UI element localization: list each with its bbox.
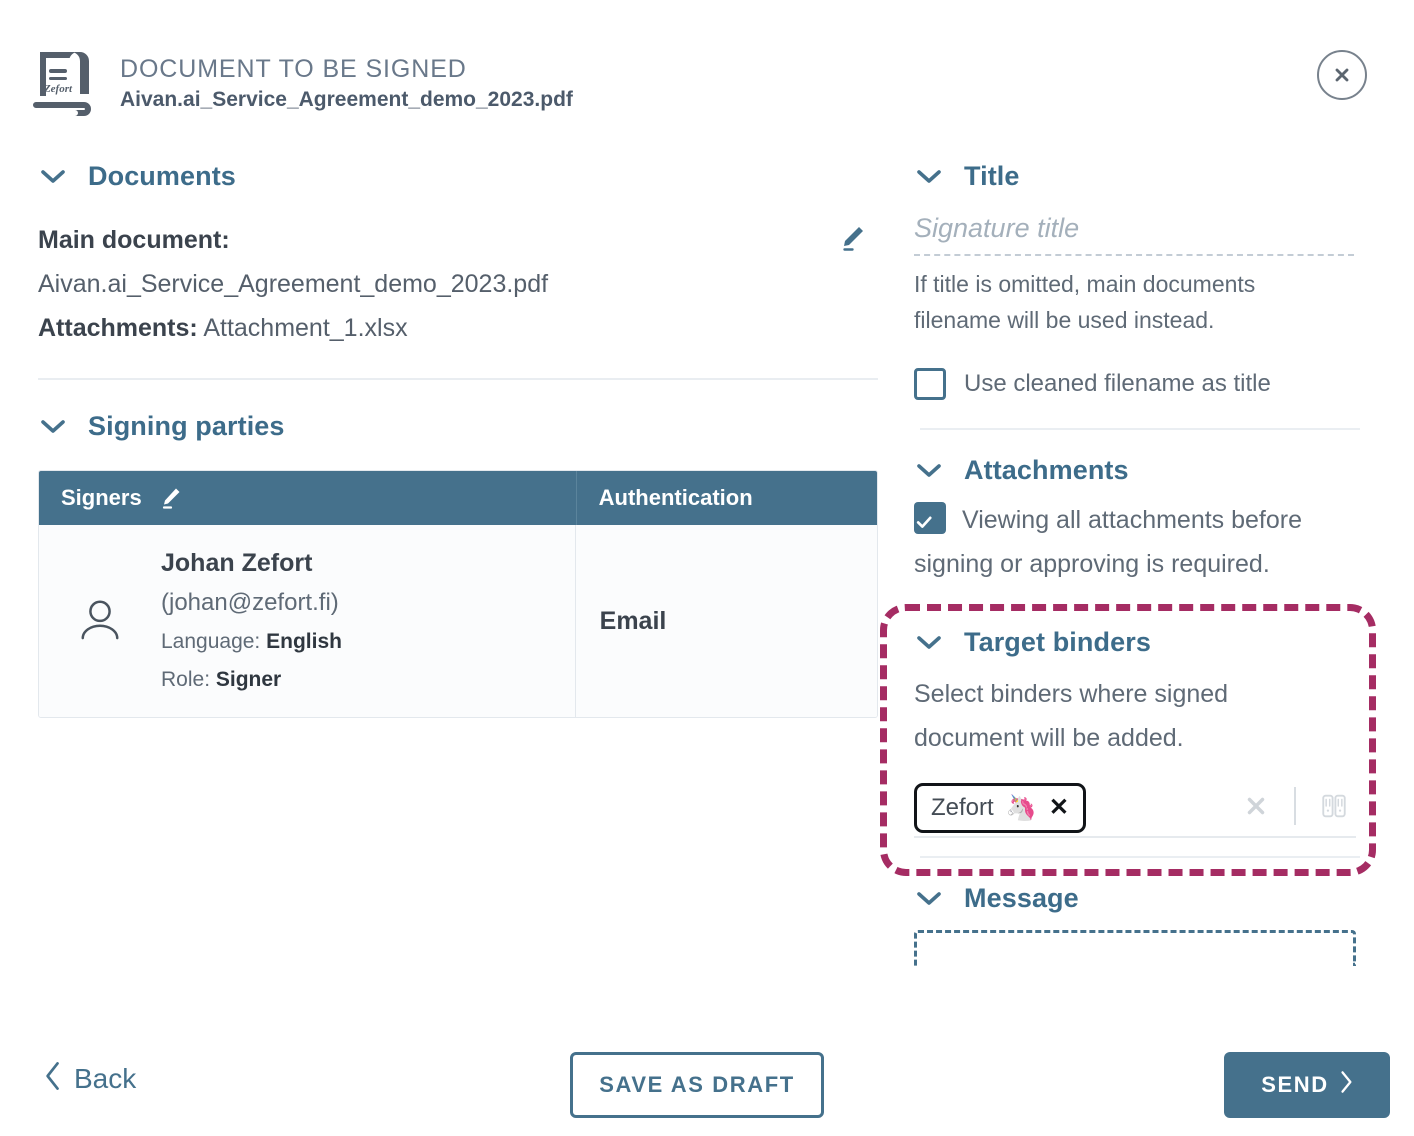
back-button-label: Back [74,1062,136,1096]
attachments-requirement-row[interactable]: Viewing all attachments before signing o… [914,498,1362,586]
table-row[interactable]: Johan Zefort (johan@zefort.fi) Language:… [39,525,877,717]
column-authentication: Authentication [576,471,877,525]
title-help-text: If title is omitted, main documents file… [914,266,1314,338]
column-signers: Signers [39,471,576,525]
send-button-label: SEND [1261,1072,1329,1098]
binders-icon[interactable] [1312,784,1356,828]
binder-chip[interactable]: Zefort 🦄 ✕ [914,783,1086,833]
target-binders-field[interactable]: Zefort 🦄 ✕ [914,780,1356,838]
right-divider [920,428,1360,430]
left-column: Documents Main document: Aivan.ai_Servic… [38,160,878,718]
save-as-draft-label: SAVE AS DRAFT [599,1072,795,1098]
signer-name: Johan Zefort [161,543,342,583]
title-input-row: Signature title [914,208,1362,256]
close-dialog-button[interactable] [1317,50,1367,100]
user-icon [77,594,123,644]
signer-role-value: Signer [216,668,281,691]
signer-details: Johan Zefort (johan@zefort.fi) Language:… [161,543,342,699]
signing-parties-section-header[interactable]: Signing parties [38,410,878,442]
documents-section: Documents Main document: Aivan.ai_Servic… [38,160,878,380]
signature-title-input[interactable]: Signature title [914,208,1354,256]
svg-text:Zefort: Zefort [43,83,73,95]
title-section-header[interactable]: Title [914,160,1362,192]
signer-role: Role: Signer [161,661,342,699]
attachments-required-checkbox[interactable] [914,502,946,534]
message-textarea[interactable] [914,930,1356,966]
avatar [39,594,161,649]
field-separator [1294,787,1296,825]
use-cleaned-filename-label: Use cleaned filename as title [964,364,1271,404]
signers-table-head: Signers Authentication [39,471,877,525]
target-binders-heading: Target binders [964,626,1151,658]
chevron-down-icon [914,460,944,480]
column-authentication-label: Authentication [599,485,753,510]
close-icon [1332,65,1352,85]
message-section: Message [914,882,1362,966]
save-as-draft-button[interactable]: SAVE AS DRAFT [570,1052,824,1118]
signing-parties-heading: Signing parties [88,410,285,442]
unicorn-icon: 🦄 [1006,794,1037,822]
use-cleaned-filename-row[interactable]: Use cleaned filename as title [914,364,1362,404]
check-icon [914,512,934,532]
right-column: Title Signature title If title is omitte… [914,160,1362,966]
table-header-row: Signers Authentication [39,471,877,525]
attachments-label: Attachments: [38,314,198,342]
message-heading: Message [964,882,1079,914]
header-titles: DOCUMENT TO BE SIGNED Aivan.ai_Service_A… [120,54,573,114]
attachments-requirement-label: Viewing all attachments before signing o… [914,506,1302,578]
edit-documents-pencil-icon[interactable] [840,224,866,252]
chevron-right-icon [1339,1069,1353,1101]
attachments-line: Attachments: Attachment_1.xlsx [38,306,878,350]
right-divider [920,856,1360,858]
signers-table: Signers Authentication [38,470,878,718]
dialog-header: Zefort DOCUMENT TO BE SIGNED Aivan.ai_Se… [0,0,1414,140]
signers-table-body: Johan Zefort (johan@zefort.fi) Language:… [39,525,877,717]
edit-signers-pencil-icon[interactable] [160,486,182,510]
binder-chip-label: Zefort [931,794,994,822]
back-button[interactable]: Back [44,1060,136,1097]
clear-binders-icon[interactable] [1234,784,1278,828]
signer-language: Language: English [161,623,342,661]
dialog-kicker: DOCUMENT TO BE SIGNED [120,54,573,84]
target-binders-section-header[interactable]: Target binders [914,626,1362,658]
signer-language-label: Language: [161,630,260,653]
use-cleaned-filename-checkbox[interactable] [914,368,946,400]
left-divider [38,378,878,380]
message-section-header[interactable]: Message [914,882,1362,914]
chevron-down-icon [38,416,68,436]
signing-parties-section: Signing parties Signers [38,410,878,718]
documents-body: Main document: Aivan.ai_Service_Agreemen… [38,218,878,350]
zefort-scroll-pen-logo-icon: Zefort [26,46,108,118]
column-signers-label: Signers [61,485,142,511]
chevron-down-icon [914,888,944,908]
signer-language-value: English [266,630,342,653]
send-button[interactable]: SEND [1224,1052,1390,1118]
signer-cell: Johan Zefort (johan@zefort.fi) Language:… [39,525,576,717]
target-binders-description: Select binders where signed document wil… [914,672,1334,760]
target-binders-section: Target binders Select binders where sign… [914,626,1362,858]
chevron-down-icon [38,166,68,186]
chevron-down-icon [914,166,944,186]
chevron-down-icon [914,632,944,652]
title-heading: Title [964,160,1020,192]
attachments-value: Attachment_1.xlsx [203,314,407,342]
documents-section-header[interactable]: Documents [38,160,878,192]
authentication-cell: Email [576,525,877,717]
signer-email: (johan@zefort.fi) [161,583,342,623]
attachments-heading: Attachments [964,454,1129,486]
main-document-name: Aivan.ai_Service_Agreement_demo_2023.pdf [38,262,878,306]
attachments-section: Attachments Viewing all attachments befo… [914,454,1362,586]
dialog-filename: Aivan.ai_Service_Agreement_demo_2023.pdf [120,86,573,114]
attachments-section-header[interactable]: Attachments [914,454,1362,486]
authentication-value: Email [600,607,667,635]
chevron-left-icon [44,1060,62,1097]
main-document-label: Main document: [38,218,878,262]
binder-field-actions [1234,784,1356,828]
remove-binder-icon[interactable]: ✕ [1049,794,1069,822]
document-to-be-signed-dialog: Zefort DOCUMENT TO BE SIGNED Aivan.ai_Se… [0,0,1414,1136]
signer-role-label: Role: [161,668,210,691]
documents-heading: Documents [88,160,236,192]
title-section: Title Signature title If title is omitte… [914,160,1362,430]
